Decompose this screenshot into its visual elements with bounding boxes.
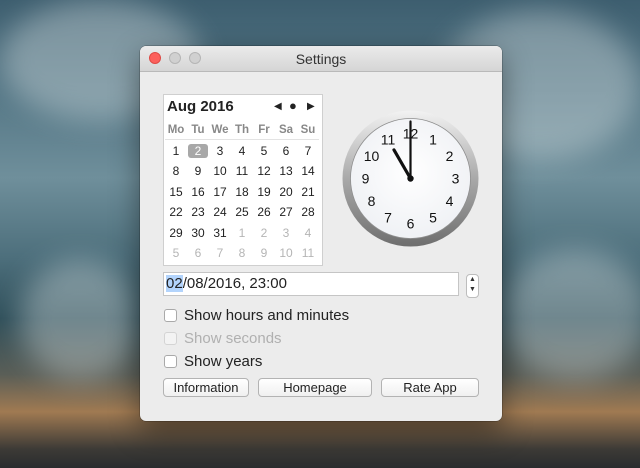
- show-hours-minutes-checkbox[interactable]: [164, 309, 177, 322]
- calendar-day[interactable]: 16: [187, 185, 209, 199]
- calendar-day[interactable]: 13: [275, 164, 297, 178]
- weekday-label: Th: [231, 121, 253, 140]
- show-hours-minutes-label[interactable]: Show hours and minutes: [184, 307, 349, 324]
- calendar-grid: Mo Tu We Th Fr Sa Su 1 2 3 4 5 6 7 8 9 10 11 12 13 14…: [165, 120, 320, 264]
- clock-numeral: 1: [429, 132, 437, 148]
- weekday-label: Tu: [187, 121, 209, 140]
- stepper-down-icon[interactable]: ▼: [467, 285, 478, 295]
- calendar-month-label: Aug 2016: [167, 98, 234, 115]
- next-month-icon[interactable]: ▶: [307, 101, 315, 112]
- calendar-week-row: 5 6 7 8 9 10 11: [165, 243, 320, 264]
- calendar-day[interactable]: 28: [297, 205, 319, 219]
- calendar-week-row: 15 16 17 18 19 20 21: [165, 182, 320, 203]
- calendar-day[interactable]: 11: [297, 246, 319, 260]
- calendar-day[interactable]: 26: [253, 205, 275, 219]
- calendar-day[interactable]: 8: [165, 164, 187, 178]
- weekday-label: We: [209, 121, 231, 140]
- calendar-day[interactable]: 7: [297, 144, 319, 158]
- calendar-day[interactable]: 11: [231, 164, 253, 178]
- show-years-label[interactable]: Show years: [184, 353, 262, 370]
- weekday-label: Fr: [253, 121, 275, 140]
- calendar-day[interactable]: 4: [297, 226, 319, 240]
- show-seconds-label: Show seconds: [184, 330, 282, 347]
- calendar-day[interactable]: 6: [187, 246, 209, 260]
- clock-numeral: 2: [446, 148, 454, 164]
- analog-clock: 121234567891011: [342, 110, 479, 247]
- calendar-day[interactable]: 19: [253, 185, 275, 199]
- rate-app-button[interactable]: Rate App: [381, 378, 479, 397]
- calendar-day[interactable]: 3: [209, 144, 231, 158]
- clock-numeral: 5: [429, 210, 437, 226]
- calendar: Aug 2016 ◀ ● ▶ Mo Tu We Th Fr Sa Su 1234…: [163, 94, 323, 266]
- previous-month-icon[interactable]: ◀: [274, 101, 282, 112]
- calendar-day[interactable]: 10: [209, 164, 231, 178]
- weekday-header-row: Mo Tu We Th Fr Sa Su: [165, 120, 320, 141]
- calendar-day[interactable]: 7: [209, 246, 231, 260]
- calendar-day[interactable]: 27: [275, 205, 297, 219]
- clock-numeral: 10: [364, 148, 380, 164]
- calendar-day[interactable]: 14: [297, 164, 319, 178]
- calendar-day[interactable]: 15: [165, 185, 187, 199]
- calendar-day[interactable]: 6: [275, 144, 297, 158]
- calendar-day[interactable]: 9: [253, 246, 275, 260]
- calendar-day[interactable]: 24: [209, 205, 231, 219]
- calendar-day[interactable]: 5: [253, 144, 275, 158]
- clock-numeral: 3: [452, 171, 460, 187]
- calendar-day[interactable]: 2: [253, 226, 275, 240]
- calendar-day[interactable]: 9: [187, 164, 209, 178]
- calendar-day[interactable]: 12: [253, 164, 275, 178]
- calendar-day[interactable]: 23: [187, 205, 209, 219]
- calendar-day[interactable]: 22: [165, 205, 187, 219]
- calendar-day[interactable]: 10: [275, 246, 297, 260]
- clock-numeral: 9: [362, 171, 370, 187]
- calendar-day[interactable]: 8: [231, 246, 253, 260]
- calendar-week-row: 8 9 10 11 12 13 14: [165, 161, 320, 182]
- clock-center-pin: [407, 175, 414, 182]
- window-title: Settings: [295, 51, 347, 67]
- date-time-rest[interactable]: /08/2016, 23:00: [183, 275, 287, 292]
- show-seconds-checkbox: [164, 332, 177, 345]
- calendar-day[interactable]: 2: [188, 143, 208, 158]
- clock-numeral: 8: [368, 193, 376, 209]
- calendar-day[interactable]: 5: [165, 246, 187, 260]
- calendar-day[interactable]: 29: [165, 226, 187, 240]
- weekday-label: Su: [297, 121, 319, 140]
- calendar-day[interactable]: 30: [187, 226, 209, 240]
- calendar-day[interactable]: 4: [231, 144, 253, 158]
- calendar-week-row: 1234567: [165, 141, 320, 162]
- date-time-stepper[interactable]: ▲ ▼: [466, 274, 479, 298]
- calendar-week-row: 22 23 24 25 26 27 28: [165, 202, 320, 223]
- clock-numeral: 4: [446, 193, 454, 209]
- date-time-selected-part[interactable]: 02: [166, 275, 183, 292]
- calendar-day[interactable]: 1: [231, 226, 253, 240]
- weekday-label: Sa: [275, 121, 297, 140]
- settings-window: Settings Aug 2016 ◀ ● ▶ Mo Tu We Th Fr S…: [140, 46, 502, 421]
- calendar-week-row: 29 30 31 1 2 3 4: [165, 223, 320, 244]
- clock-numeral: 6: [407, 216, 415, 232]
- homepage-button[interactable]: Homepage: [258, 378, 372, 397]
- calendar-day[interactable]: 18: [231, 185, 253, 199]
- date-time-field[interactable]: 02/08/2016, 23:00: [163, 272, 459, 296]
- calendar-day[interactable]: 17: [209, 185, 231, 199]
- clock-numeral: 11: [381, 132, 396, 148]
- information-button[interactable]: Information: [163, 378, 249, 397]
- stepper-up-icon[interactable]: ▲: [467, 275, 478, 285]
- calendar-day[interactable]: 25: [231, 205, 253, 219]
- calendar-day[interactable]: 21: [297, 185, 319, 199]
- clock-numeral: 7: [384, 210, 392, 226]
- calendar-day[interactable]: 20: [275, 185, 297, 199]
- weekday-label: Mo: [165, 121, 187, 140]
- show-years-checkbox[interactable]: [164, 355, 177, 368]
- today-dot-icon[interactable]: ●: [289, 98, 297, 113]
- calendar-day[interactable]: 31: [209, 226, 231, 240]
- calendar-day[interactable]: 1: [165, 144, 187, 158]
- calendar-day[interactable]: 3: [275, 226, 297, 240]
- title-bar[interactable]: Settings: [140, 46, 502, 72]
